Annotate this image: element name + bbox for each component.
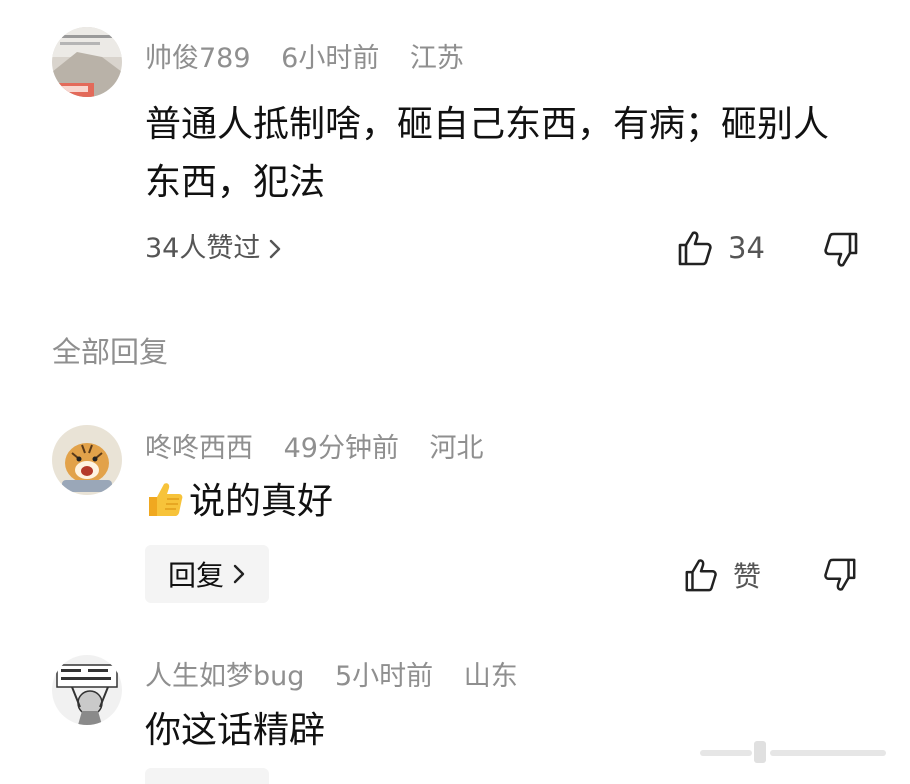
username[interactable]: 咚咚西西 (145, 433, 253, 464)
avatar[interactable] (52, 27, 122, 97)
reply-label: 回复 (167, 559, 224, 592)
comment-meta: 人生如梦bug 5小时前 山东 (145, 663, 518, 690)
chevron-right-icon (232, 563, 246, 585)
avatar-image (52, 655, 122, 725)
comment-meta: 帅俊789 6小时前 江苏 (145, 45, 464, 72)
comment-text: 说的真好 (189, 481, 334, 522)
reply-button-partial[interactable] (145, 768, 269, 784)
liked-by-link[interactable]: 34人赞过 (145, 235, 282, 262)
location: 江苏 (409, 43, 464, 74)
username[interactable]: 人生如梦bug (145, 661, 304, 692)
reply-button[interactable]: 回复 (145, 545, 269, 603)
like-button[interactable]: 赞 (683, 555, 761, 595)
avatar[interactable] (52, 425, 122, 495)
reply-item: 咚咚西西 49分钟前 河北 说的真好 回复 赞 (0, 400, 910, 610)
avatar-image (52, 27, 122, 97)
username[interactable]: 帅俊789 (145, 43, 251, 74)
comment-text: 普通人抵制啥，砸自己东西，有病；砸别人东西，犯法 (145, 104, 830, 203)
thumb-up-icon (683, 557, 719, 593)
liked-by-text: 34人赞过 (145, 233, 261, 264)
timestamp: 49分钟前 (283, 433, 399, 464)
dislike-button[interactable] (822, 231, 860, 269)
thumb-down-icon (822, 231, 860, 269)
watermark-logo (700, 738, 890, 768)
avatar-image (52, 425, 122, 495)
dislike-button[interactable] (822, 557, 858, 593)
like-button[interactable]: 34 (676, 229, 765, 267)
like-count: 34 (728, 231, 765, 265)
thumb-up-icon (676, 229, 714, 267)
comment-meta: 咚咚西西 49分钟前 河北 (145, 435, 484, 462)
location: 河北 (429, 433, 484, 464)
top-comment: 帅俊789 6小时前 江苏 普通人抵制啥，砸自己东西，有病；砸别人东西，犯法 3… (0, 0, 910, 300)
avatar[interactable] (52, 655, 122, 725)
chevron-right-icon (268, 238, 282, 260)
like-label: 赞 (733, 560, 762, 593)
thumb-down-icon (822, 557, 858, 593)
thumbs-up-emoji (145, 479, 185, 519)
timestamp: 5小时前 (334, 661, 434, 692)
timestamp: 6小时前 (281, 43, 380, 74)
location: 山东 (463, 661, 518, 692)
comment-text-line: 说的真好 (145, 473, 860, 531)
all-replies-heading: 全部回复 (52, 335, 169, 369)
